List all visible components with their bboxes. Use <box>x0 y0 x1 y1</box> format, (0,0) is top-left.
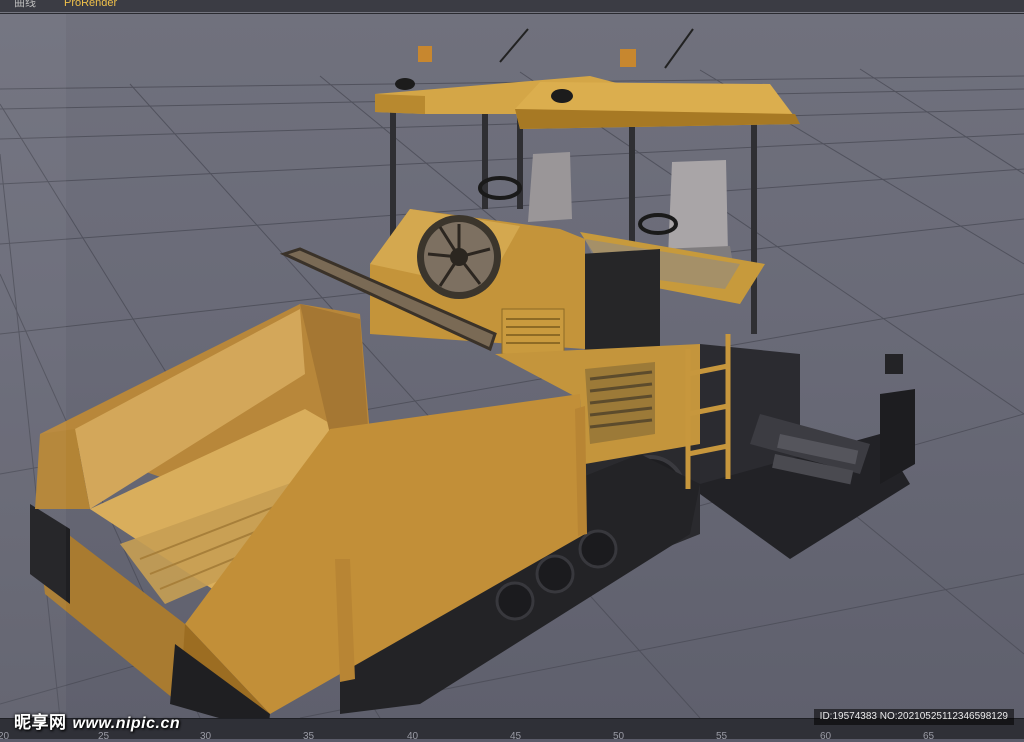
screed-unit <box>700 344 915 559</box>
tab-prorender[interactable]: ProRender <box>64 0 117 9</box>
ruler-tick: 50 <box>613 731 625 742</box>
watermark: 昵享网 www.nipic.cn <box>14 708 180 733</box>
ruler-tick: 60 <box>820 731 832 742</box>
operator-deck <box>580 232 765 354</box>
ruler-tick: 40 <box>407 731 419 742</box>
hopper <box>30 304 587 718</box>
tab-curves[interactable]: 曲线 <box>14 0 36 9</box>
ruler-tick: 55 <box>716 731 728 742</box>
ruler-tick: 65 <box>923 731 935 742</box>
3d-viewport[interactable] <box>0 14 1024 718</box>
image-id-label: ID:19574383 NO:20210525112346598129 <box>813 709 1014 725</box>
ruler-tick: 35 <box>303 731 315 742</box>
ruler-tick: 30 <box>200 731 212 742</box>
watermark-url: www.nipic.cn <box>72 715 181 732</box>
viewport-scene <box>0 28 1024 718</box>
viewport-left-shade <box>0 14 66 718</box>
ruler-tick: 20 <box>0 731 10 742</box>
watermark-site: 昵享网 <box>14 713 67 732</box>
canopy-roofs <box>375 28 800 129</box>
viewport-header: 曲线 ProRender <box>0 0 1024 14</box>
ruler-tick: 45 <box>510 731 522 742</box>
